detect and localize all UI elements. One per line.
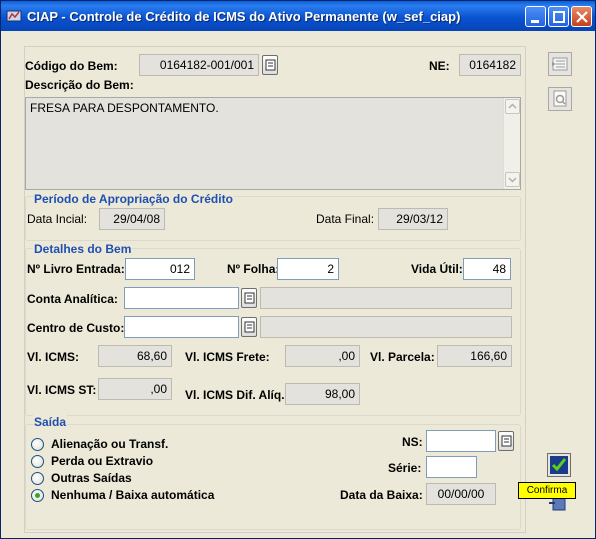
radio-label: Outras Saídas (51, 471, 132, 485)
radio-nenhuma[interactable]: Nenhuma / Baixa automática (31, 488, 251, 504)
data-inicial-field[interactable]: 29/04/08 (99, 208, 165, 230)
lookup-icon (501, 435, 512, 447)
preview-button[interactable] (548, 87, 572, 111)
frete-field[interactable]: ,00 (285, 345, 360, 367)
scroll-down-button[interactable] (505, 172, 520, 187)
conta-lookup-button[interactable] (241, 288, 257, 308)
data-inicial-label: Data Incial: (27, 212, 88, 226)
main-panel: Código do Bem: 0164182-001/001 NE: 01641… (24, 46, 526, 533)
preview-icon (553, 90, 567, 107)
conta-descricao-field (260, 287, 512, 309)
client-area: Código do Bem: 0164182-001/001 NE: 01641… (5, 31, 591, 536)
lookup-icon (265, 59, 276, 71)
ns-lookup-button[interactable] (498, 431, 514, 451)
confirm-icon (550, 456, 568, 474)
baixa-label: Data da Baixa: (340, 488, 423, 502)
st-label: Vl. ICMS ST: (27, 383, 97, 397)
scroll-up-button[interactable] (505, 99, 520, 114)
detalhes-title: Detalhes do Bem (33, 242, 133, 256)
radio-button[interactable] (31, 489, 44, 502)
serie-label: Série: (388, 461, 422, 475)
st-field[interactable]: ,00 (98, 378, 172, 400)
data-final-label: Data Final: (316, 212, 375, 226)
difaliq-label: Vl. ICMS Dif. Alíq.: (185, 388, 289, 402)
descricao-text: FRESA PARA DESPONTAMENTO. (30, 101, 219, 115)
close-button[interactable] (571, 6, 592, 27)
ns-label: NS: (402, 435, 423, 449)
close-icon (576, 11, 588, 23)
serie-field[interactable] (426, 456, 477, 478)
list-icon (552, 57, 568, 71)
data-final-field[interactable]: 29/03/12 (378, 208, 448, 230)
ne-field[interactable]: 0164182 (459, 54, 521, 76)
radio-perda[interactable]: Perda ou Extravio (31, 454, 221, 470)
window-title: CIAP - Controle de Crédito de ICMS do At… (27, 9, 461, 24)
list-button[interactable] (548, 52, 572, 76)
app-icon (6, 8, 22, 24)
ns-field[interactable] (426, 430, 496, 452)
title-bar[interactable]: CIAP - Controle de Crédito de ICMS do At… (1, 1, 595, 31)
livro-label: Nº Livro Entrada: (27, 262, 125, 276)
chevron-up-icon (508, 103, 517, 109)
frete-label: Vl. ICMS Frete: (185, 350, 270, 364)
maximize-icon (553, 11, 565, 23)
radio-alienacao[interactable]: Alienação ou Transf. (31, 437, 221, 453)
difaliq-field[interactable]: 98,00 (285, 383, 360, 405)
descricao-field[interactable]: FRESA PARA DESPONTAMENTO. (25, 97, 521, 190)
custo-label: Centro de Custo: (27, 321, 125, 335)
chevron-down-icon (508, 177, 517, 183)
confirm-tooltip: Confirma (518, 482, 576, 499)
parcela-field[interactable]: 166,60 (437, 345, 512, 367)
descricao-scrollbar[interactable] (503, 98, 520, 189)
codigo-label: Código do Bem: (25, 59, 118, 73)
minimize-button[interactable] (525, 6, 546, 27)
lookup-icon (244, 321, 255, 333)
custo-field[interactable] (124, 316, 239, 338)
custo-lookup-button[interactable] (241, 317, 257, 337)
conta-field[interactable] (124, 287, 239, 309)
radio-button[interactable] (31, 455, 44, 468)
maximize-button[interactable] (548, 6, 569, 27)
radio-outras[interactable]: Outras Saídas (31, 471, 221, 487)
minimize-icon (531, 20, 539, 23)
descricao-label: Descrição do Bem: (25, 78, 134, 92)
custo-descricao-field (260, 316, 512, 338)
codigo-lookup-button[interactable] (262, 55, 278, 75)
radio-button[interactable] (31, 438, 44, 451)
radio-label: Nenhuma / Baixa automática (51, 488, 215, 502)
parcela-label: Vl. Parcela: (370, 350, 435, 364)
livro-field[interactable]: 012 (125, 258, 195, 280)
icms-field[interactable]: 68,60 (98, 345, 172, 367)
ne-label: NE: (429, 59, 450, 73)
radio-label: Perda ou Extravio (51, 454, 154, 468)
codigo-field[interactable]: 0164182-001/001 (139, 54, 259, 76)
vida-label: Vida Útil: (411, 262, 463, 276)
ciap-window: CIAP - Controle de Crédito de ICMS do At… (0, 0, 596, 539)
lookup-icon (244, 292, 255, 304)
radio-button[interactable] (31, 472, 44, 485)
vida-field[interactable]: 48 (463, 258, 511, 280)
folha-label: Nº Folha: (227, 262, 280, 276)
conta-label: Conta Analítica: (27, 292, 118, 306)
radio-label: Alienação ou Transf. (51, 437, 169, 451)
baixa-field[interactable]: 00/00/00 (426, 483, 496, 505)
saida-title: Saída (33, 415, 68, 429)
icms-label: Vl. ICMS: (27, 350, 80, 364)
confirm-button[interactable] (547, 453, 571, 477)
folha-field[interactable]: 2 (277, 258, 339, 280)
periodo-title: Período de Apropriação do Crédito (33, 192, 234, 206)
